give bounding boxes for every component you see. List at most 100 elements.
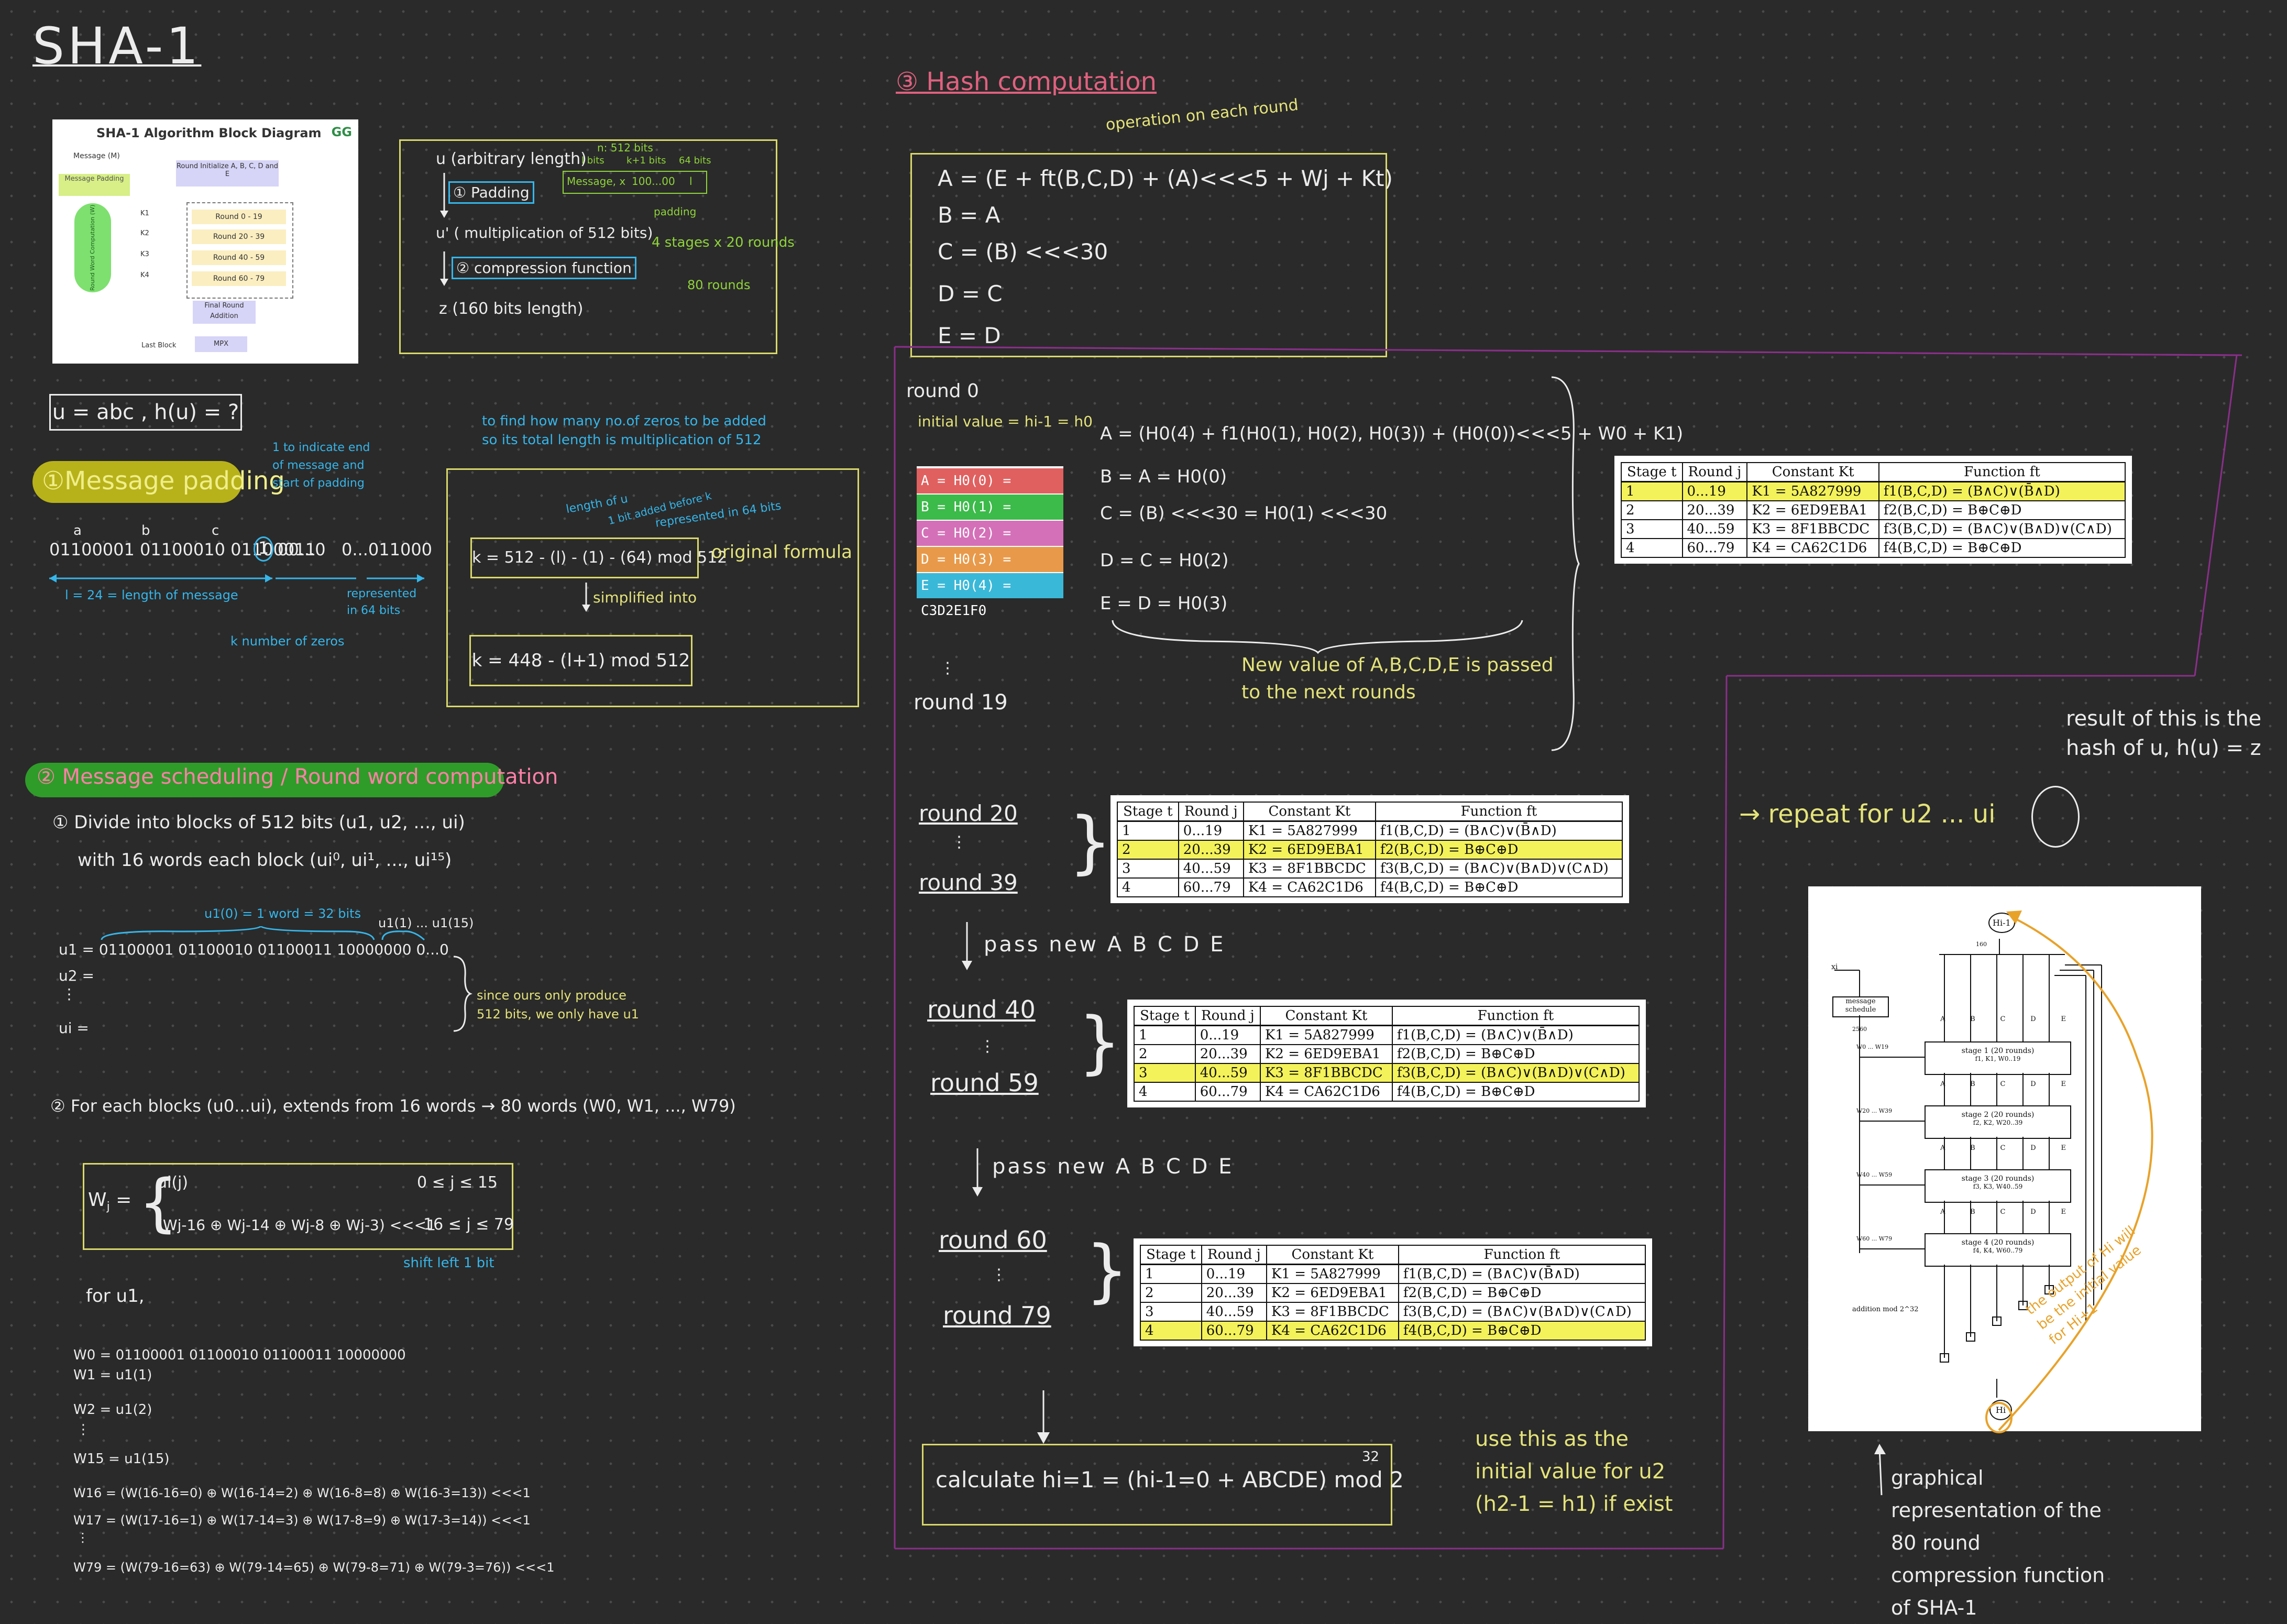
col-function: Function ft <box>1398 1245 1646 1265</box>
k4-label: K4 <box>140 271 149 279</box>
since-note: since ours only produce 512 bits, we onl… <box>477 986 644 1024</box>
cell: K1 = 5A827999 <box>1746 481 1879 501</box>
r0-eq-b: B = A = H0(0) <box>1100 466 1227 487</box>
uabc-box: u = abc , h(u) = ? <box>49 394 242 431</box>
table-row: 2 20...39 K2 = 6ED9EBA1 f2(B,C,D) = B⊕C⊕D <box>1134 1044 1640 1064</box>
op-note: operation on each round <box>1105 95 1300 135</box>
round19-label: round 19 <box>914 690 1008 715</box>
overview-lbits: l bits <box>581 155 604 166</box>
simplified-formula-box: k = 448 - (l+1) mod 512 <box>469 635 692 686</box>
col-constant: Constant Kt <box>1746 462 1879 482</box>
brace-4: } <box>1085 1231 1129 1310</box>
round-dots-1: ⋮ <box>940 659 955 677</box>
cell: 20...39 <box>1201 1283 1267 1303</box>
use-this-text: use this as the initial value for u2 (h2… <box>1475 1427 1673 1516</box>
step1b: with 16 words each block (ui⁰, ui¹, ...,… <box>78 850 452 871</box>
eq-a: A = (E + ft(B,C,D) + (A)<<<5 + Wj + Kt) <box>938 166 1393 191</box>
section2-title: ② Message scheduling / Round word comput… <box>37 765 558 789</box>
cell: K4 = CA62C1D6 <box>1266 1321 1399 1341</box>
pass2-note: pass new A B C D E <box>992 1155 1234 1179</box>
round-word-box: Round Word Computation (W) <box>74 203 111 292</box>
cell: K4 = CA62C1D6 <box>1746 538 1879 558</box>
k-table-stage1: Stage t Round j Constant Kt Function ft … <box>1614 456 2132 564</box>
message-bits: 01100001 01100010 01100011 <box>49 540 316 559</box>
cell: K1 = 5A827999 <box>1243 820 1376 841</box>
sha1-block-diagram: SHA-1 Algorithm Block Diagram GG Message… <box>52 119 358 364</box>
table-row: 3 40...59 K3 = 8F1BBCDC f3(B,C,D) = (B∧C)∨(… <box>1621 519 2126 539</box>
use-this-note: use this as the initial value for u2 (h2… <box>1475 1423 1674 1520</box>
cell: 4 <box>1134 1082 1196 1102</box>
k-table-stage3: Stage t Round j Constant Kt Function ft … <box>1127 1000 1646 1107</box>
simplified-arrow <box>582 583 590 612</box>
cell: 1 <box>1134 1025 1196 1045</box>
round-box-2: Round 20 - 39 <box>192 229 286 244</box>
cell: K1 = 5A827999 <box>1266 1264 1399 1284</box>
k-table-1: Stage t Round j Constant Kt Function ft … <box>1621 462 2126 558</box>
k-zeros-note: k number of zeros <box>230 634 345 649</box>
k-table-stage2: Stage t Round j Constant Kt Function ft … <box>1110 795 1629 903</box>
cell: K2 = 6ED9EBA1 <box>1266 1283 1399 1303</box>
cell: f4(B,C,D) = B⊕C⊕D <box>1375 877 1623 897</box>
cell: K1 = 5A827999 <box>1259 1025 1393 1045</box>
since-brace <box>453 956 472 1032</box>
h0-c: C = H0(2) = 98BADCFE <box>917 521 1063 566</box>
calc-text: calculate hi=1 = (hi-1=0 + ABCDE) mod 2 <box>936 1467 1404 1493</box>
cell: f2(B,C,D) = B⊕C⊕D <box>1398 1283 1646 1303</box>
rep64-text: represented in 64 bits <box>347 587 417 617</box>
cell: 20...39 <box>1178 840 1244 860</box>
simplified-note: simplified into <box>593 589 697 606</box>
r0-brace-bottom <box>1112 620 1523 654</box>
cell: 60...79 <box>1178 877 1244 897</box>
find-text: to find how many no.of zeros to be added… <box>482 413 766 448</box>
section3-title: ③ Hash computation <box>896 67 1157 96</box>
cell: K2 = 6ED9EBA1 <box>1243 840 1376 860</box>
overview-padding: ① Padding <box>448 181 534 204</box>
overview-z: z (160 bits length) <box>439 300 584 318</box>
output-arrow <box>1985 910 2153 1433</box>
u1-row: u1 = 01100001 01100010 01100011 10000000… <box>59 941 449 958</box>
graphical-arrow <box>1874 1444 1886 1496</box>
ui-circle <box>2031 786 2080 848</box>
cell: 2 <box>1134 1044 1196 1064</box>
overview-uprime: u' ( multiplication of 512 bits) <box>436 224 653 242</box>
calc-arrow <box>1037 1390 1050 1444</box>
pass2-arrow <box>972 1148 983 1197</box>
table-row: 4 60...79 K4 = CA62C1D6 f4(B,C,D) = B⊕C⊕D <box>1134 1082 1640 1102</box>
w-bottom-cond: 16 ≤ j ≤ 79 <box>423 1215 514 1234</box>
cell: 3 <box>1134 1063 1196 1083</box>
cell: 3 <box>1140 1302 1202 1322</box>
initial-value-note: initial value = hi-1 = h0 <box>918 413 1093 430</box>
w-top: ui(j) <box>157 1173 189 1192</box>
round79-label: round 79 <box>943 1301 1051 1330</box>
step1a: ① Divide into blocks of 512 bits (u1, u2… <box>52 812 465 833</box>
eq-b: B = A <box>938 202 1000 228</box>
graphical-text: graphical representation of the 80 round… <box>1891 1466 2105 1619</box>
table-row: 3 40...59 K3 = 8F1BBCDC f3(B,C,D) = (B∧C)∨(… <box>1134 1063 1640 1083</box>
table-row: 2 20...39 K2 = 6ED9EBA1 f2(B,C,D) = B⊕C⊕D <box>1621 500 2126 520</box>
pass1-arrow <box>962 922 972 970</box>
addmod-label: addition mod 2^32 <box>1852 1305 1919 1313</box>
col-constant: Constant Kt <box>1259 1006 1393 1026</box>
w-top-cond: 0 ≤ j ≤ 15 <box>417 1173 498 1192</box>
step2: ② For each blocks (u0...ui), extends fro… <box>50 1096 736 1116</box>
col-function: Function ft <box>1375 802 1623 822</box>
k-table-2: Stage t Round j Constant Kt Function ft … <box>1117 802 1623 897</box>
brace-2: } <box>1069 802 1112 882</box>
result-text: result of this is the hash of u, h(u) = … <box>2066 707 2262 760</box>
r0-eq-c: C = (B) <<<30 = H0(1) <<<30 <box>1100 503 1388 524</box>
one-bit: 1 <box>254 536 273 562</box>
letter-c: c <box>212 523 219 539</box>
w15-line: W15 = u1(15) <box>73 1451 170 1467</box>
h0-table: A = H0(0) = 67452301 B = H0(1) = EFCDAB8… <box>917 466 1063 619</box>
h0-b: B = H0(1) = EFCDAB89 <box>917 495 1063 540</box>
round60-label: round 60 <box>939 1226 1047 1254</box>
new-value-note: New value of A,B,C,D,E is passed to the … <box>1241 652 1556 706</box>
table-row: 1 0...19 K1 = 5A827999 f1(B,C,D) = (B∧C)∨(B… <box>1134 1025 1640 1045</box>
eq-c: C = (B) <<<30 <box>938 239 1108 265</box>
k-table-3: Stage t Round j Constant Kt Function ft … <box>1134 1006 1640 1102</box>
r0-eq-d: D = C = H0(2) <box>1100 550 1229 571</box>
cell: f3(B,C,D) = (B∧C)∨(B∧D)∨(C∧D) <box>1878 519 2126 539</box>
col-round: Round j <box>1201 1245 1267 1265</box>
cell: f2(B,C,D) = B⊕C⊕D <box>1391 1044 1640 1064</box>
cell: K4 = CA62C1D6 <box>1243 877 1376 897</box>
